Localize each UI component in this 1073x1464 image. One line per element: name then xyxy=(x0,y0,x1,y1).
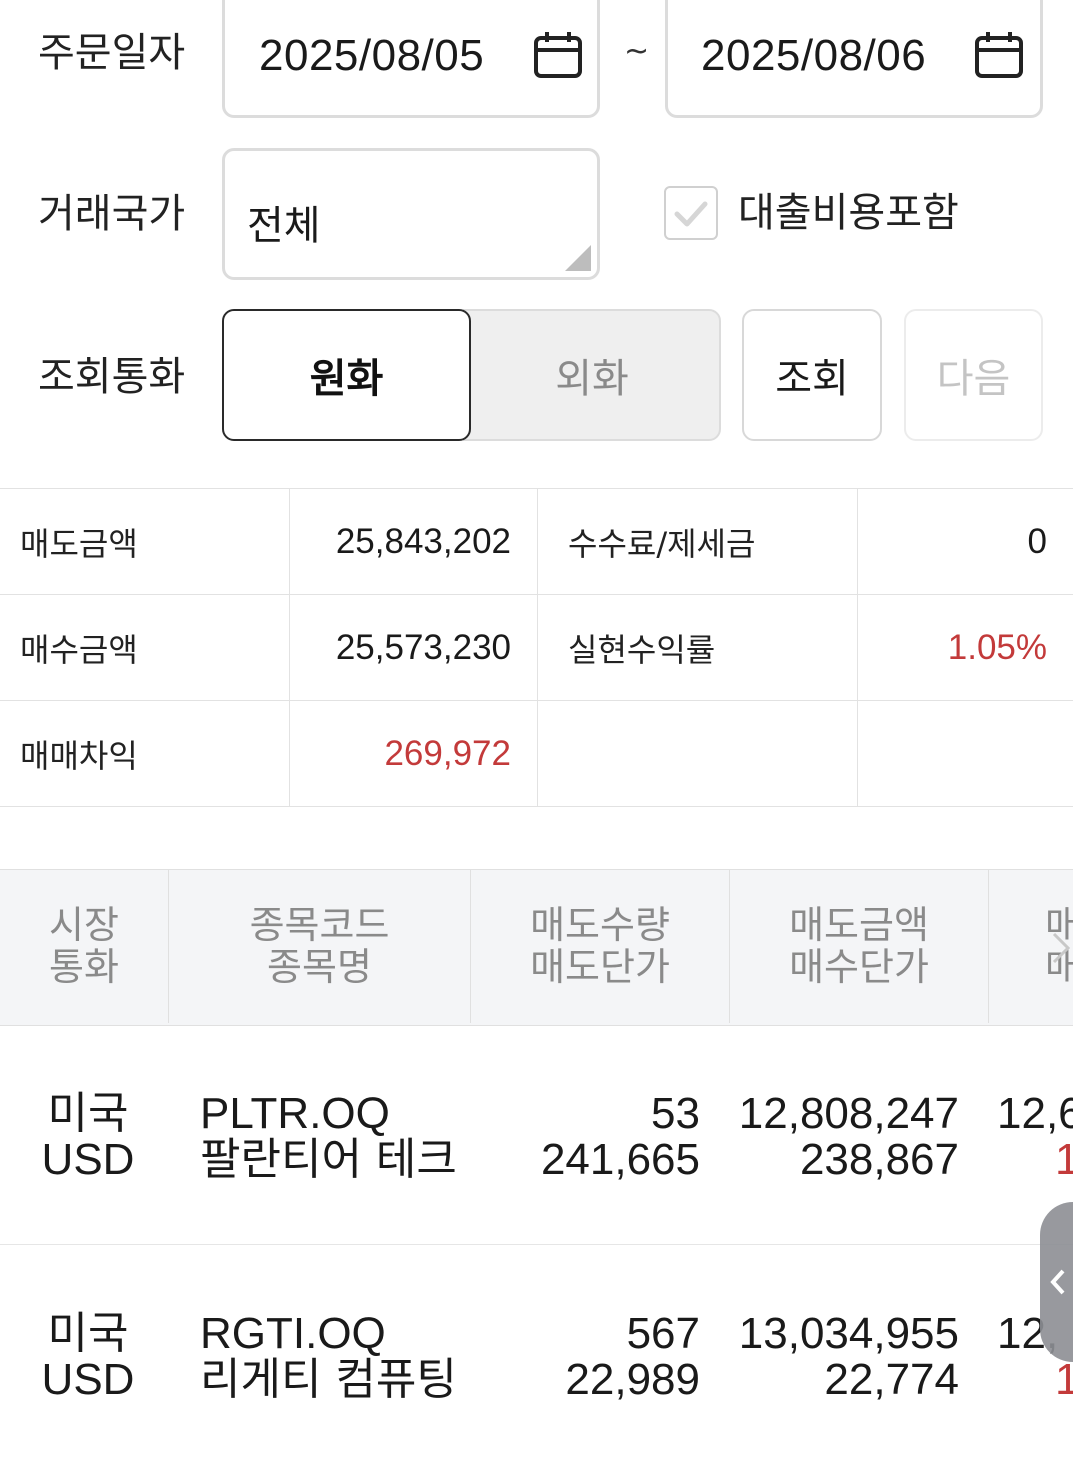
fee-tax-label: 수수료/제세금 xyxy=(538,489,858,595)
sell-amount-value: 25,843,202 xyxy=(290,489,538,595)
header-line: 종목명 xyxy=(267,947,372,989)
empty-cell xyxy=(858,701,1073,807)
country-label: 거래국가 xyxy=(38,194,185,234)
fee-tax-value: 0 xyxy=(858,489,1073,595)
row-partial-column: 12,6 1 xyxy=(997,1091,1073,1183)
start-date-value: 2025/08/05 xyxy=(259,31,484,81)
header-line: 매도단가 xyxy=(530,947,670,989)
order-date-label: 주문일자 xyxy=(38,33,185,73)
include-loan-label[interactable]: 대출비용포함 xyxy=(738,193,959,233)
header-line: 종목코드 xyxy=(250,905,390,947)
row-sell-amount-buy-price: 12,808,247 238,867 xyxy=(730,1091,959,1183)
row-sell-amount: 12,808,247 xyxy=(730,1091,959,1137)
sell-amount-label: 매도금액 xyxy=(0,489,290,595)
row-code: RGTI.OQ xyxy=(200,1311,457,1357)
row-currency: USD xyxy=(38,1137,138,1183)
country-select[interactable]: 전체 xyxy=(222,148,600,280)
summary-row: 매수금액 25,573,230 실현수익률 1.05% xyxy=(0,595,1073,701)
calendar-icon[interactable] xyxy=(533,31,583,79)
country-value: 전체 xyxy=(247,193,321,251)
end-date-field[interactable]: 2025/08/06 xyxy=(665,0,1043,118)
row-currency: USD xyxy=(38,1357,138,1403)
search-button[interactable]: 조회 xyxy=(742,309,882,441)
row-sell-qty-price: 567 22,989 xyxy=(471,1311,700,1403)
row-sell-qty-price: 53 241,665 xyxy=(471,1091,700,1183)
table-header: 시장 통화 종목코드 종목명 매도수량 매도단가 매도금액 매수단가 매 매 xyxy=(0,869,1073,1026)
realized-return-value: 1.05% xyxy=(858,595,1073,701)
next-button[interactable]: 다음 xyxy=(904,309,1043,441)
row-code-name: PLTR.OQ 팔란티어 테크 xyxy=(200,1091,457,1183)
row-partial-top: 12,6 xyxy=(997,1091,1073,1137)
currency-foreign-button[interactable]: 외화 xyxy=(463,309,721,441)
header-sell-qty-price[interactable]: 매도수량 매도단가 xyxy=(471,870,730,1023)
chevron-left-icon xyxy=(1048,1267,1068,1297)
row-buy-price: 238,867 xyxy=(730,1137,959,1183)
row-buy-price: 22,774 xyxy=(730,1357,959,1403)
table-row[interactable]: 미국 USD RGTI.OQ 리게티 컴퓨팅 567 22,989 13,034… xyxy=(0,1244,1073,1464)
currency-krw-button[interactable]: 원화 xyxy=(222,309,471,441)
end-date-value: 2025/08/06 xyxy=(701,31,926,81)
row-partial-bottom: 1 xyxy=(997,1137,1073,1183)
header-line: 매도수량 xyxy=(530,905,670,947)
empty-cell xyxy=(538,701,858,807)
row-sell-price: 22,989 xyxy=(471,1357,700,1403)
header-line: 매도금액 xyxy=(789,905,929,947)
header-sell-amount-buy-price[interactable]: 매도금액 매수단가 xyxy=(730,870,989,1023)
checkmark-icon xyxy=(666,188,716,238)
calendar-icon[interactable] xyxy=(974,31,1024,79)
header-line: 통화 xyxy=(49,947,119,989)
header-line: 매수단가 xyxy=(789,947,929,989)
table-row[interactable]: 미국 USD PLTR.OQ 팔란티어 테크 53 241,665 12,808… xyxy=(0,1024,1073,1245)
start-date-field[interactable]: 2025/08/05 xyxy=(222,0,600,118)
resize-corner-icon xyxy=(563,243,593,273)
buy-amount-value: 25,573,230 xyxy=(290,595,538,701)
header-line: 시장 xyxy=(49,905,119,947)
date-separator: ~ xyxy=(624,34,649,69)
currency-label: 조회통화 xyxy=(38,357,185,397)
summary-table: 매도금액 25,843,202 수수료/제세금 0 매수금액 25,573,23… xyxy=(0,488,1073,807)
row-sell-price: 241,665 xyxy=(471,1137,700,1183)
summary-row: 매매차익 269,972 xyxy=(0,701,1073,807)
row-market: 미국 xyxy=(38,1311,138,1357)
trade-profit-value: 269,972 xyxy=(290,701,538,807)
chevron-right-icon[interactable] xyxy=(1049,930,1073,966)
row-market-currency: 미국 USD xyxy=(38,1091,138,1183)
side-drawer-handle[interactable] xyxy=(1040,1202,1073,1362)
summary-row: 매도금액 25,843,202 수수료/제세금 0 xyxy=(0,489,1073,595)
row-name: 리게티 컴퓨팅 xyxy=(200,1357,457,1403)
row-market: 미국 xyxy=(38,1091,138,1137)
realized-return-label: 실현수익률 xyxy=(538,595,858,701)
header-code-name[interactable]: 종목코드 종목명 xyxy=(169,870,471,1023)
row-sell-qty: 567 xyxy=(471,1311,700,1357)
include-loan-checkbox[interactable] xyxy=(664,186,718,240)
header-market-currency[interactable]: 시장 통화 xyxy=(0,870,169,1023)
buy-amount-label: 매수금액 xyxy=(0,595,290,701)
row-sell-amount: 13,034,955 xyxy=(730,1311,959,1357)
trade-profit-label: 매매차익 xyxy=(0,701,290,807)
row-partial-bottom: 1 xyxy=(997,1357,1073,1403)
row-market-currency: 미국 USD xyxy=(38,1311,138,1403)
row-sell-amount-buy-price: 13,034,955 22,774 xyxy=(730,1311,959,1403)
row-code-name: RGTI.OQ 리게티 컴퓨팅 xyxy=(200,1311,457,1403)
row-code: PLTR.OQ xyxy=(200,1091,457,1137)
row-sell-qty: 53 xyxy=(471,1091,700,1137)
row-name: 팔란티어 테크 xyxy=(200,1137,457,1183)
